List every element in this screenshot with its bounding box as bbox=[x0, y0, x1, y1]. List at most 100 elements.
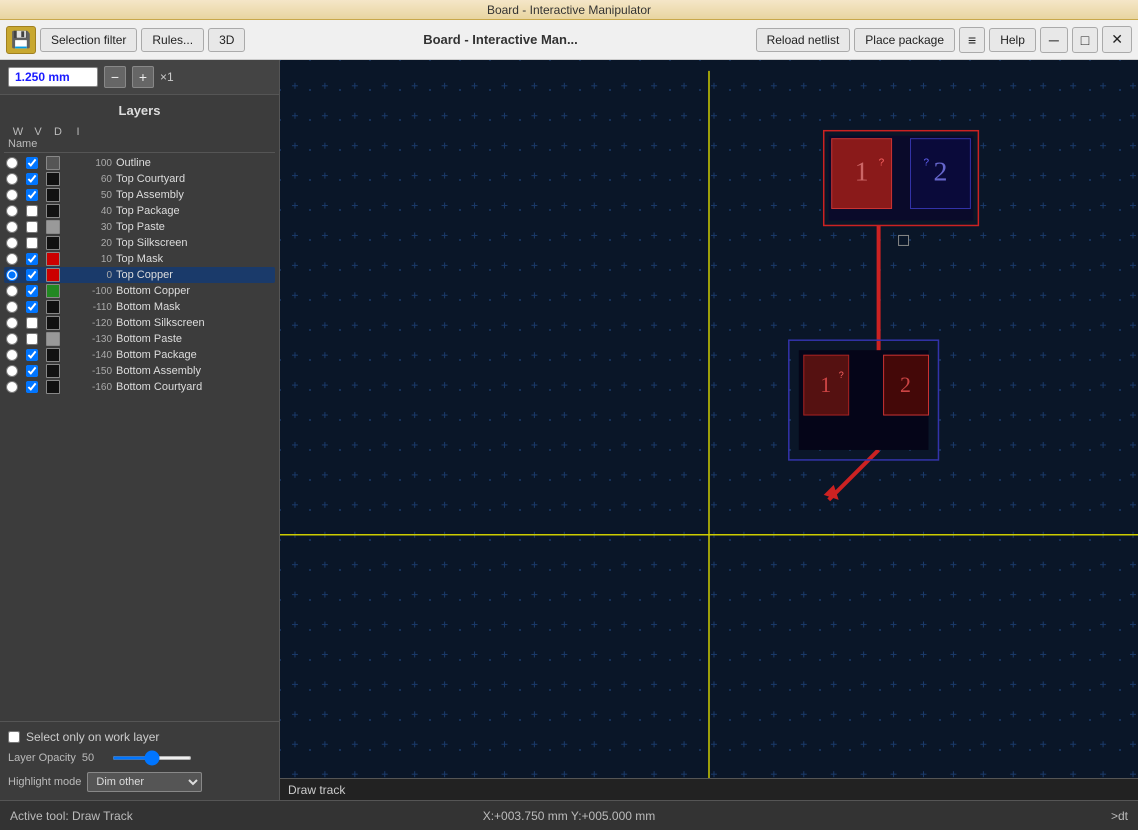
layer-visible-check[interactable] bbox=[26, 157, 38, 169]
layer-radio[interactable] bbox=[6, 189, 18, 201]
layer-name: Bottom Paste bbox=[116, 333, 273, 345]
draw-track-label: Draw track bbox=[280, 778, 1138, 800]
layer-visible-check[interactable] bbox=[26, 301, 38, 313]
layer-color bbox=[46, 332, 60, 346]
highlight-row: Highlight mode Dim other Brighten select… bbox=[8, 772, 271, 792]
layer-color bbox=[46, 348, 60, 362]
layer-visible-check[interactable] bbox=[26, 349, 38, 361]
layer-radio[interactable] bbox=[6, 205, 18, 217]
help-button[interactable]: Help bbox=[989, 28, 1036, 52]
close-button[interactable]: ✕ bbox=[1102, 26, 1132, 53]
layer-radio[interactable] bbox=[6, 333, 18, 345]
zoom-input[interactable] bbox=[8, 67, 98, 87]
layer-number: 50 bbox=[86, 190, 116, 201]
minimize-button[interactable]: ─ bbox=[1040, 27, 1068, 53]
maximize-button[interactable]: □ bbox=[1072, 27, 1098, 53]
layer-radio[interactable] bbox=[6, 301, 18, 313]
layer-color bbox=[46, 172, 60, 186]
opacity-slider[interactable] bbox=[112, 756, 192, 760]
toolbar: 💾 S Selection filter Rules... 3D Board -… bbox=[0, 20, 1138, 60]
layer-row[interactable]: 0Top Copper bbox=[4, 267, 275, 283]
layer-row[interactable]: 20Top Silkscreen bbox=[4, 235, 275, 251]
layer-visible-check[interactable] bbox=[26, 189, 38, 201]
layer-radio[interactable] bbox=[6, 173, 18, 185]
zoom-plus-button[interactable]: + bbox=[132, 66, 154, 88]
svg-text:?: ? bbox=[839, 370, 844, 380]
layer-radio[interactable] bbox=[6, 317, 18, 329]
layer-row[interactable]: 50Top Assembly bbox=[4, 187, 275, 203]
zoom-minus-button[interactable]: − bbox=[104, 66, 126, 88]
main-layout: − + ×1 Layers W V D I Name 100Outline60T… bbox=[0, 60, 1138, 800]
pcb-svg: 1 2 ? ? bbox=[280, 60, 1138, 800]
col-d: D bbox=[48, 126, 68, 138]
layer-visible-check[interactable] bbox=[26, 381, 38, 393]
left-panel: − + ×1 Layers W V D I Name 100Outline60T… bbox=[0, 60, 280, 800]
layer-radio[interactable] bbox=[6, 157, 18, 169]
layer-radio[interactable] bbox=[6, 285, 18, 297]
layer-radio[interactable] bbox=[6, 253, 18, 265]
work-layer-row: Select only on work layer bbox=[8, 730, 271, 744]
layer-row[interactable]: 30Top Paste bbox=[4, 219, 275, 235]
selection-filter-button[interactable]: Selection filter bbox=[40, 28, 137, 52]
layer-visible-check[interactable] bbox=[26, 205, 38, 217]
layer-radio[interactable] bbox=[6, 365, 18, 377]
layer-color bbox=[46, 236, 60, 250]
layer-visible-check[interactable] bbox=[26, 317, 38, 329]
layer-color bbox=[46, 188, 60, 202]
layer-name: Bottom Assembly bbox=[116, 365, 273, 377]
layer-visible-check[interactable] bbox=[26, 253, 38, 265]
col-name: Name bbox=[8, 138, 28, 150]
layer-row[interactable]: 100Outline bbox=[4, 155, 275, 171]
col-i: I bbox=[68, 126, 88, 138]
layer-radio[interactable] bbox=[6, 221, 18, 233]
layer-name: Top Assembly bbox=[116, 189, 273, 201]
layer-row[interactable]: 60Top Courtyard bbox=[4, 171, 275, 187]
layer-visible-check[interactable] bbox=[26, 365, 38, 377]
layers-title: Layers bbox=[4, 99, 275, 124]
svg-text:1: 1 bbox=[855, 157, 869, 188]
col-w: W bbox=[8, 126, 28, 138]
layer-visible-check[interactable] bbox=[26, 221, 38, 233]
layer-row[interactable]: -130Bottom Paste bbox=[4, 331, 275, 347]
layer-row[interactable]: -150Bottom Assembly bbox=[4, 363, 275, 379]
3d-button[interactable]: 3D bbox=[208, 28, 245, 52]
window-title: Board - Interactive Man... bbox=[249, 32, 751, 47]
layer-color bbox=[46, 300, 60, 314]
layer-row[interactable]: -160Bottom Courtyard bbox=[4, 379, 275, 395]
layer-name: Top Silkscreen bbox=[116, 237, 273, 249]
layer-visible-check[interactable] bbox=[26, 173, 38, 185]
reload-netlist-button[interactable]: Reload netlist bbox=[756, 28, 851, 52]
layer-row[interactable]: -120Bottom Silkscreen bbox=[4, 315, 275, 331]
save-icon: 💾 bbox=[11, 30, 31, 50]
layer-row[interactable]: -110Bottom Mask bbox=[4, 299, 275, 315]
select-only-checkbox[interactable] bbox=[8, 731, 20, 743]
svg-text:?: ? bbox=[879, 158, 885, 169]
layer-row[interactable]: -100Bottom Copper bbox=[4, 283, 275, 299]
layer-radio[interactable] bbox=[6, 349, 18, 361]
layer-row[interactable]: 10Top Mask bbox=[4, 251, 275, 267]
title-text: Board - Interactive Manipulator bbox=[487, 3, 651, 17]
layer-visible-check[interactable] bbox=[26, 269, 38, 281]
rules-button[interactable]: Rules... bbox=[141, 28, 204, 52]
layer-visible-check[interactable] bbox=[26, 237, 38, 249]
layer-radio[interactable] bbox=[6, 269, 18, 281]
layer-row[interactable]: 40Top Package bbox=[4, 203, 275, 219]
layer-row[interactable]: -140Bottom Package bbox=[4, 347, 275, 363]
opacity-row: Layer Opacity 50 bbox=[8, 752, 271, 764]
layers-header: W V D I Name bbox=[4, 124, 275, 153]
highlight-label: Highlight mode bbox=[8, 776, 81, 788]
place-package-button[interactable]: Place package bbox=[854, 28, 955, 52]
layer-color bbox=[46, 204, 60, 218]
pcb-canvas[interactable]: 1 2 ? ? bbox=[280, 60, 1138, 800]
select-only-label: Select only on work layer bbox=[26, 730, 159, 744]
layer-visible-check[interactable] bbox=[26, 333, 38, 345]
layer-radio[interactable] bbox=[6, 381, 18, 393]
layers-panel: Layers W V D I Name 100Outline60Top Cour… bbox=[0, 95, 279, 721]
layer-radio[interactable] bbox=[6, 237, 18, 249]
save-icon-btn[interactable]: 💾 bbox=[6, 26, 36, 54]
layer-visible-check[interactable] bbox=[26, 285, 38, 297]
col-empty bbox=[88, 126, 271, 138]
canvas-area[interactable]: 1 2 ? ? bbox=[280, 60, 1138, 800]
menu-button[interactable]: ≡ bbox=[959, 27, 985, 53]
highlight-select[interactable]: Dim other Brighten selected None bbox=[87, 772, 202, 792]
